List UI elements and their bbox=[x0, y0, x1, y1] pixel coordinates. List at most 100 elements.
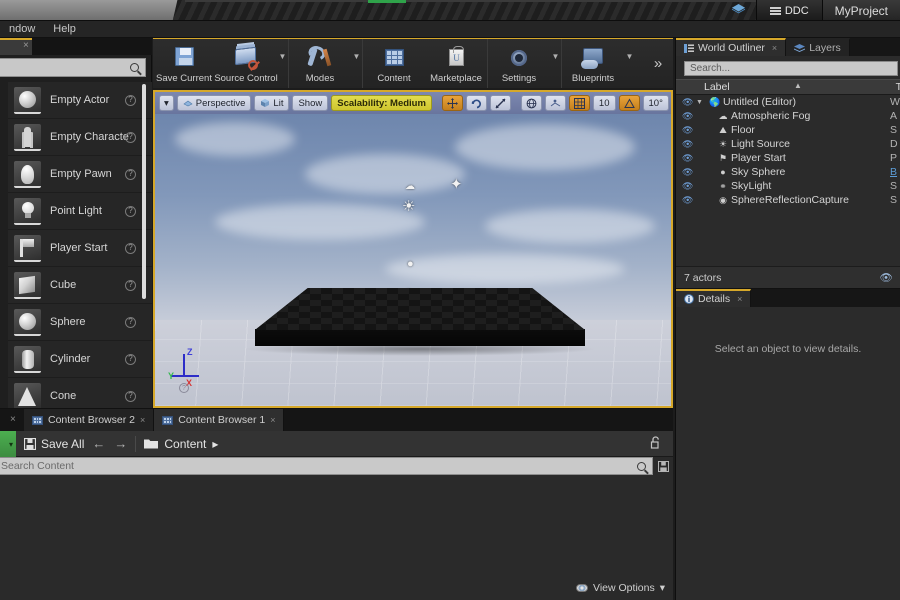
place-actors-scrollbar[interactable] bbox=[142, 84, 146, 299]
save-search-icon[interactable] bbox=[653, 457, 673, 475]
table-row-type[interactable]: B bbox=[890, 166, 900, 178]
save-all-button[interactable]: Save All bbox=[24, 437, 84, 451]
toolbar-overflow-button[interactable]: » bbox=[643, 39, 673, 88]
add-new-button[interactable]: ▾ bbox=[0, 431, 16, 457]
content-button[interactable]: Content bbox=[363, 39, 425, 88]
tab-content-browser-1[interactable]: Content Browser 1 × bbox=[154, 409, 285, 431]
level-viewport[interactable]: ▾ Perspective Lit Show Scalability: Medi… bbox=[153, 90, 673, 408]
tab-layers[interactable]: Layers bbox=[786, 38, 850, 56]
grid-snap-toggle[interactable] bbox=[568, 95, 590, 111]
light-source-sprite[interactable]: ✦ bbox=[450, 177, 463, 192]
help-icon[interactable]: ? bbox=[125, 242, 136, 254]
eye-icon[interactable]: 👁 bbox=[682, 139, 695, 150]
list-item[interactable]: Cube ? bbox=[8, 267, 152, 304]
table-row[interactable]: 👁 ☁ Atmospheric Fog A bbox=[676, 109, 900, 123]
unreal-logo-icon[interactable] bbox=[722, 0, 756, 20]
translate-mode-button[interactable] bbox=[441, 95, 463, 111]
table-row[interactable]: 👁 ⚑ Player Start P bbox=[676, 151, 900, 165]
settings-button[interactable]: Settings bbox=[488, 39, 550, 88]
help-icon[interactable]: ? bbox=[125, 131, 136, 143]
axis-gizmo-help-icon[interactable]: ? bbox=[179, 383, 189, 393]
surface-snapping-button[interactable] bbox=[544, 95, 566, 111]
content-browser-asset-view[interactable]: View Options ▾ bbox=[0, 497, 673, 600]
rotate-mode-button[interactable] bbox=[465, 95, 487, 111]
help-icon[interactable]: ? bbox=[125, 316, 136, 328]
tab-world-outliner[interactable]: World Outliner × bbox=[676, 38, 787, 56]
title-bar-left-tab[interactable] bbox=[0, 0, 178, 20]
table-row[interactable]: 👁 ⛰ Floor S bbox=[676, 123, 900, 137]
expander-icon[interactable]: ▼ bbox=[696, 99, 703, 106]
column-header-label[interactable]: Label bbox=[676, 81, 730, 93]
close-icon[interactable]: × bbox=[737, 294, 742, 304]
blueprints-dropdown-icon[interactable]: ▼ bbox=[624, 39, 635, 88]
viewport-options-menu-button[interactable]: ▾ bbox=[159, 95, 174, 111]
eye-icon[interactable]: 👁 bbox=[682, 97, 695, 108]
scalability-button[interactable]: Scalability: Medium bbox=[331, 95, 432, 111]
help-icon[interactable]: ? bbox=[125, 94, 136, 106]
place-actors-list[interactable]: Empty Actor ? Empty Characte ? Empty Paw… bbox=[8, 82, 152, 408]
view-mode-button[interactable]: Lit bbox=[254, 95, 290, 111]
grid-snap-value-button[interactable]: 10 bbox=[592, 95, 616, 111]
scale-mode-button[interactable] bbox=[489, 95, 511, 111]
camera-mode-button[interactable]: Perspective bbox=[176, 95, 252, 111]
viewport-toolbar-overflow[interactable]: » bbox=[672, 95, 673, 111]
modes-button[interactable]: Modes bbox=[289, 39, 351, 88]
view-options-button[interactable]: View Options ▾ bbox=[576, 582, 665, 594]
table-row[interactable]: 👁 ⚭ SkyLight S bbox=[676, 179, 900, 193]
table-row[interactable]: 👁 ◉ SphereReflectionCapture S bbox=[676, 193, 900, 207]
floor-mesh[interactable] bbox=[243, 288, 597, 356]
menu-item-window[interactable]: ndow bbox=[0, 22, 44, 36]
sphere-reflection-capture-sprite[interactable]: ● bbox=[407, 259, 414, 270]
eye-icon[interactable]: 👁 bbox=[682, 125, 695, 136]
help-icon[interactable]: ? bbox=[125, 390, 136, 402]
menu-item-help[interactable]: Help bbox=[44, 22, 85, 36]
blueprints-button[interactable]: Blueprints bbox=[562, 39, 624, 88]
list-item[interactable]: Empty Characte ? bbox=[8, 119, 152, 156]
list-item[interactable]: Player Start ? bbox=[8, 230, 152, 267]
close-icon[interactable]: × bbox=[270, 415, 275, 425]
close-icon[interactable]: × bbox=[140, 415, 145, 425]
tab-content-browser-2[interactable]: Content Browser 2 × bbox=[24, 409, 155, 431]
help-icon[interactable]: ? bbox=[125, 168, 136, 180]
source-control-button[interactable]: Source Control bbox=[214, 39, 278, 88]
modes-dropdown-icon[interactable]: ▼ bbox=[351, 39, 362, 88]
list-item[interactable]: Empty Actor ? bbox=[8, 82, 152, 119]
tab-details[interactable]: Details × bbox=[676, 289, 752, 307]
eye-icon[interactable]: 👁 bbox=[682, 111, 695, 122]
help-icon[interactable]: ? bbox=[125, 205, 136, 217]
unlock-icon[interactable] bbox=[650, 435, 661, 452]
place-actors-search-input[interactable] bbox=[0, 58, 146, 77]
table-row[interactable]: 👁 ▼ 🌎 Untitled (Editor) W bbox=[676, 95, 900, 109]
table-row[interactable]: 👁 ● Sky Sphere B bbox=[676, 165, 900, 179]
eye-icon[interactable]: 👁 bbox=[682, 167, 695, 178]
eye-icon[interactable]: 👁 bbox=[682, 195, 695, 206]
back-button[interactable]: ← bbox=[92, 436, 105, 451]
list-item[interactable]: Empty Pawn ? bbox=[8, 156, 152, 193]
outliner-search-input[interactable]: Search... bbox=[684, 61, 898, 76]
ddc-button[interactable]: DDC bbox=[755, 0, 823, 20]
breadcrumb-content[interactable]: Content bbox=[164, 437, 206, 451]
list-item[interactable]: Cone ? bbox=[8, 378, 152, 408]
help-icon[interactable]: ? bbox=[125, 353, 136, 365]
close-icon[interactable]: × bbox=[10, 414, 16, 425]
eye-icon[interactable]: 👁 bbox=[682, 153, 695, 164]
settings-dropdown-icon[interactable]: ▼ bbox=[550, 39, 561, 88]
rotation-snap-value-button[interactable]: 10° bbox=[642, 95, 669, 111]
list-item[interactable]: Cylinder ? bbox=[8, 341, 152, 378]
eye-icon[interactable]: 👁 bbox=[880, 271, 893, 284]
rotation-snap-toggle[interactable] bbox=[618, 95, 640, 111]
forward-button[interactable]: → bbox=[114, 436, 127, 451]
eye-icon[interactable]: 👁 bbox=[682, 181, 695, 192]
search-content-input[interactable]: Search Content bbox=[0, 457, 653, 475]
coordinate-system-button[interactable] bbox=[520, 95, 542, 111]
close-icon[interactable]: × bbox=[772, 43, 777, 53]
list-item[interactable]: Point Light ? bbox=[8, 193, 152, 230]
help-icon[interactable]: ? bbox=[125, 279, 136, 291]
skylight-sprite[interactable]: ☀ bbox=[402, 199, 415, 214]
source-control-dropdown-icon[interactable]: ▼ bbox=[277, 39, 288, 88]
breadcrumb-arrow-icon[interactable]: ▸ bbox=[212, 437, 218, 451]
save-current-button[interactable]: Save Current bbox=[153, 39, 215, 88]
modes-tab-close-icon[interactable]: × bbox=[23, 40, 29, 51]
table-row[interactable]: 👁 ☀ Light Source D bbox=[676, 137, 900, 151]
show-menu-button[interactable]: Show bbox=[292, 95, 329, 111]
